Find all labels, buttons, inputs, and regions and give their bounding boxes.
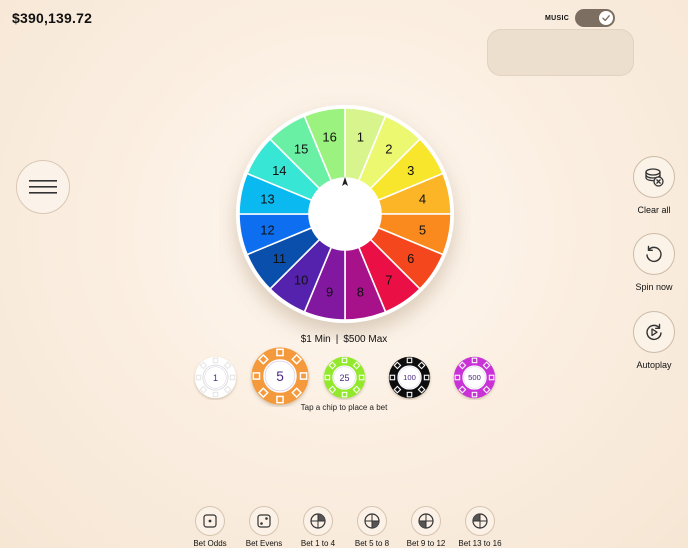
wheel-number-2: 2 <box>385 141 392 156</box>
chip-1[interactable]: 1 <box>193 355 238 400</box>
chip-100[interactable]: 100 <box>387 355 432 400</box>
chip-value: 500 <box>468 373 481 382</box>
max-limit: $500 Max <box>343 334 388 345</box>
wheel-number-12: 12 <box>260 222 274 237</box>
bet-button-label: Bet 5 to 8 <box>354 539 390 548</box>
bet-button-label: Bet Evens <box>245 539 283 548</box>
check-icon <box>599 11 614 25</box>
autoplay-label: Autoplay <box>636 360 672 370</box>
spin-now-button[interactable]: Spin now <box>614 233 688 292</box>
spin-now-label: Spin now <box>635 282 673 292</box>
quarter-3-icon <box>418 513 434 529</box>
wheel-number-5: 5 <box>419 222 426 237</box>
info-panel <box>487 29 634 76</box>
bet-limits: $1 Min | $500 Max <box>0 334 688 345</box>
bet-button-circle[interactable] <box>303 506 333 536</box>
rotate-icon <box>646 245 662 263</box>
wheel-number-3: 3 <box>407 163 414 178</box>
die-two-icon <box>257 514 271 528</box>
bet-button-3[interactable]: Bet 1 to 4 <box>288 506 348 548</box>
clear-chips-icon <box>645 168 664 187</box>
bet-button-label: Bet 1 to 4 <box>300 539 336 548</box>
autoplay-icon <box>646 323 662 341</box>
music-label: MUSIC <box>545 14 570 22</box>
chip-25[interactable]: 25 <box>322 355 367 400</box>
balance: $390,139.72 <box>12 10 93 26</box>
bet-button-6[interactable]: Bet 13 to 16 <box>450 506 510 548</box>
wheel-number-7: 7 <box>385 273 392 288</box>
chip-500[interactable]: 500 <box>452 355 497 400</box>
chip-value: 25 <box>339 373 349 383</box>
autoplay-circle[interactable] <box>633 311 675 353</box>
wheel-number-1: 1 <box>357 130 364 145</box>
wheel-number-10: 10 <box>294 273 308 288</box>
die-one-icon <box>203 514 217 528</box>
wheel-number-4: 4 <box>419 192 426 207</box>
autoplay-button[interactable]: Autoplay <box>614 311 688 370</box>
clear-all-circle[interactable] <box>633 156 675 198</box>
wheel-number-8: 8 <box>357 284 364 299</box>
quarter-4-icon <box>472 513 488 529</box>
wheel-number-13: 13 <box>260 192 274 207</box>
music-toggle[interactable] <box>575 9 616 27</box>
bet-button-circle[interactable] <box>249 506 279 536</box>
bet-button-label: Bet 9 to 12 <box>406 539 446 548</box>
chip-value: 1 <box>212 373 217 383</box>
bet-button-1[interactable]: Bet Odds <box>180 506 240 548</box>
bet-button-5[interactable]: Bet 9 to 12 <box>396 506 456 548</box>
wheel-number-6: 6 <box>407 251 414 266</box>
menu-button[interactable] <box>16 160 70 214</box>
min-limit: $1 Min <box>300 334 331 345</box>
bet-button-circle[interactable] <box>357 506 387 536</box>
clear-all-button[interactable]: Clear all <box>614 156 688 215</box>
clear-all-label: Clear all <box>637 205 671 215</box>
chip-value: 100 <box>403 373 416 382</box>
bet-button-label: Bet Odds <box>193 539 227 548</box>
wheel-number-15: 15 <box>294 141 308 156</box>
limit-separator: | <box>335 334 339 345</box>
chip-value: 5 <box>276 369 284 384</box>
wheel-number-11: 11 <box>273 251 287 266</box>
chip-5[interactable]: 5 <box>249 345 311 407</box>
wheel: 1 2 3 4 5 6 7 8 9 10 11 12 13 14 15 16 <box>219 88 471 340</box>
quarter-2-icon <box>364 513 380 529</box>
bet-button-circle[interactable] <box>465 506 495 536</box>
bet-button-circle[interactable] <box>195 506 225 536</box>
music-toggle-group: MUSIC <box>545 9 616 27</box>
bet-button-circle[interactable] <box>411 506 441 536</box>
quarter-1-icon <box>310 513 326 529</box>
chip-hint: Tap a chip to place a bet <box>300 403 388 412</box>
spin-now-circle[interactable] <box>633 233 675 275</box>
bet-button-label: Bet 13 to 16 <box>458 539 502 548</box>
wheel-hub <box>310 179 380 249</box>
bet-button-4[interactable]: Bet 5 to 8 <box>342 506 402 548</box>
wheel-number-9: 9 <box>326 284 333 299</box>
hamburger-icon <box>29 180 57 194</box>
wheel-number-16: 16 <box>322 130 336 145</box>
wheel-number-14: 14 <box>272 163 286 178</box>
bet-button-2[interactable]: Bet Evens <box>234 506 294 548</box>
